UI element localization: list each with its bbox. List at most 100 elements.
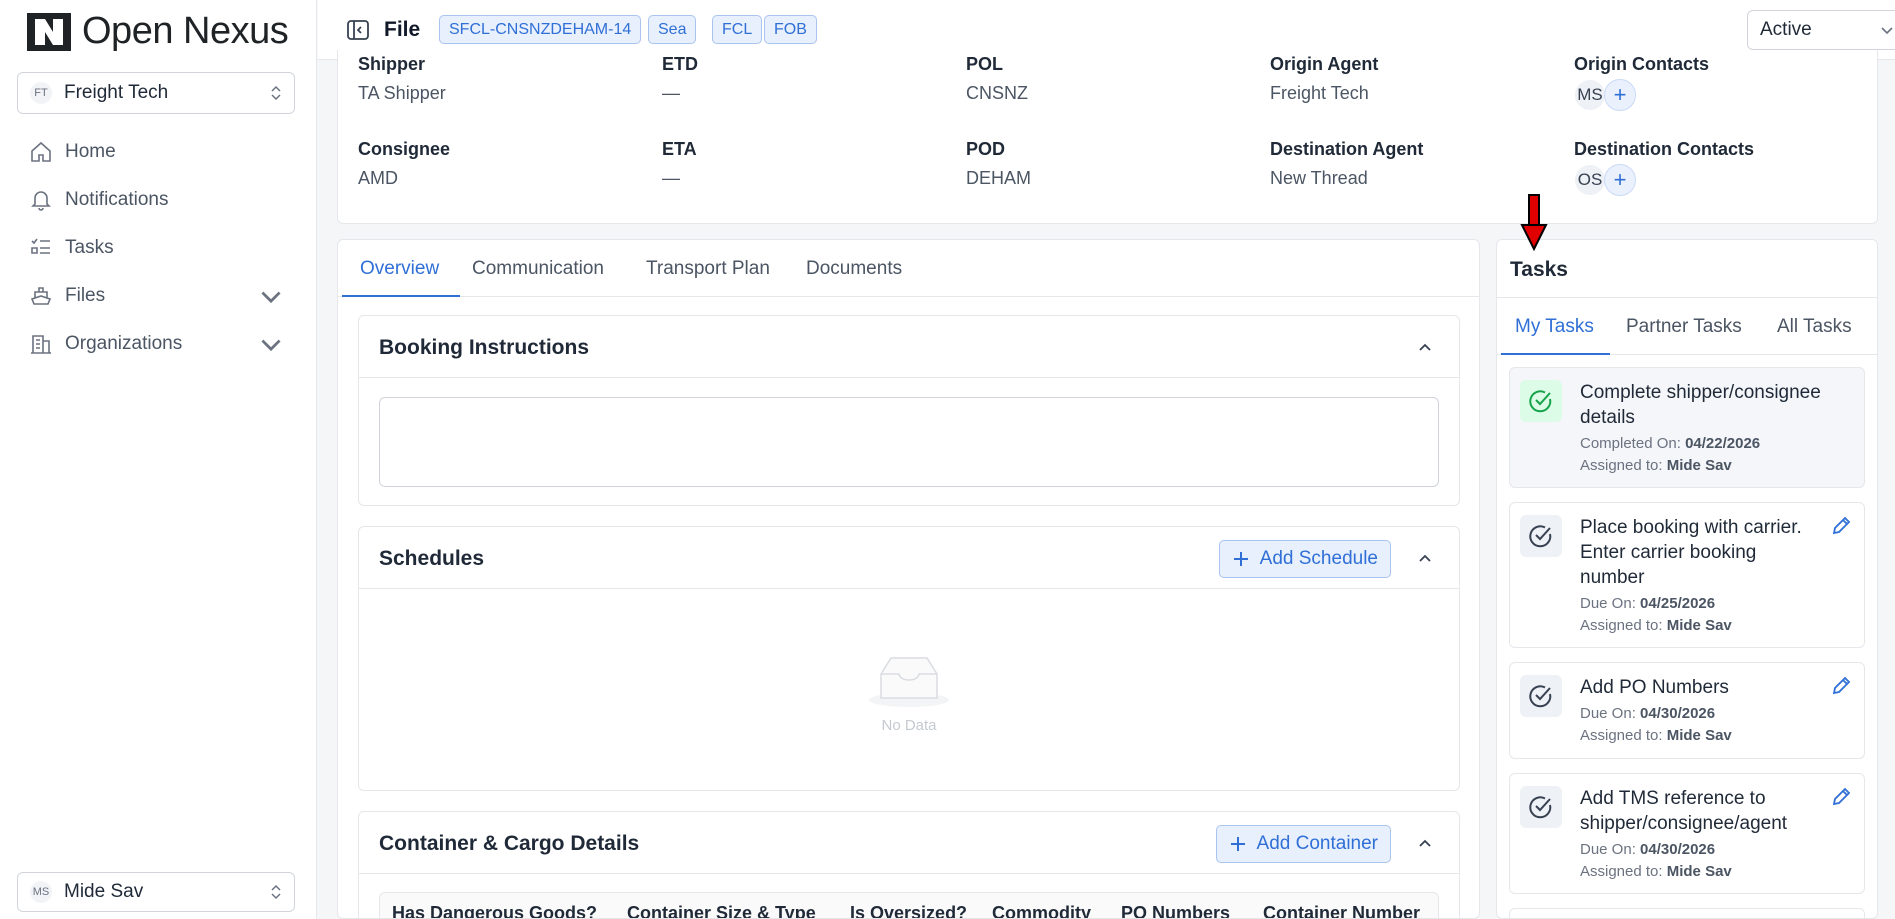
add-contact-button[interactable]: + (1604, 79, 1636, 111)
origin-contacts-field: Origin Contacts MS + (1574, 54, 1709, 111)
task-title: Place booking with carrier. Enter carrie… (1580, 517, 1802, 588)
task-card[interactable]: Add PO Numbers Due On: 04/30/2026 Assign… (1509, 662, 1865, 759)
column-header[interactable]: Is Oversized? (850, 903, 967, 918)
task-date-label: Due On: (1580, 705, 1636, 722)
destination-contacts-field: Destination Contacts OS + (1574, 139, 1754, 196)
tasks-panel: Tasks My Tasks Partner Tasks All Tasks C… (1496, 239, 1878, 919)
mode-tag: Sea (648, 15, 697, 44)
file-reference-tag: SFCL-CNSNZDEHAM-14 (439, 15, 642, 44)
sidebar-item-notifications[interactable]: Notifications (17, 176, 295, 224)
sidebar-item-files[interactable]: Files (17, 272, 295, 320)
active-tab-indicator (1501, 353, 1610, 355)
column-header[interactable]: Container Size & Type (627, 903, 816, 918)
add-schedule-button[interactable]: Add Schedule (1218, 540, 1391, 578)
check-circle-icon (1520, 380, 1562, 422)
page-title: File (384, 18, 421, 41)
destination-agent-field: Destination Agent New Thread (1270, 139, 1423, 189)
sidebar-item-tasks[interactable]: Tasks (17, 224, 295, 272)
empty-inbox-icon (869, 657, 949, 707)
plus-icon (1233, 552, 1248, 566)
eta-field: ETA — (662, 139, 697, 189)
booking-instructions-input[interactable] (379, 397, 1439, 487)
org-name: Freight Tech (64, 82, 169, 103)
task-card[interactable] (1509, 908, 1865, 918)
tab-overview[interactable]: Overview (360, 258, 439, 280)
sidebar-item-label: Tasks (65, 237, 114, 258)
task-date: 04/30/2026 (1640, 705, 1716, 722)
field-value: — (662, 168, 680, 188)
task-card[interactable]: Complete shipper/consignee details Compl… (1509, 367, 1865, 488)
card-title: Schedules (379, 547, 485, 570)
contact-avatar[interactable]: MS (1574, 79, 1606, 111)
sidebar-item-label: Home (65, 141, 116, 162)
field-label: Origin Contacts (1574, 54, 1710, 74)
column-header[interactable]: PO Numbers (1121, 903, 1230, 918)
empty-text: No Data (881, 717, 937, 734)
tab-partner-tasks[interactable]: Partner Tasks (1626, 316, 1742, 338)
field-label: Shipper (358, 54, 426, 74)
organization-switcher[interactable]: FT Freight Tech (17, 72, 295, 114)
sidebar-nav: Home Notifications Tasks Files Organizat… (17, 128, 295, 368)
sidebar-item-organizations[interactable]: Organizations (17, 320, 295, 368)
booking-instructions-card: Booking Instructions (358, 315, 1460, 506)
task-assignee: Mide Sav (1666, 457, 1732, 474)
file-summary: Shipper TA Shipper ETD — POL CNSNZ Origi… (337, 50, 1878, 224)
edit-pencil-icon[interactable] (1830, 515, 1852, 537)
up-down-icon (270, 883, 282, 901)
annotation-arrow-icon (1520, 194, 1548, 252)
column-header[interactable]: Has Dangerous Goods? (392, 903, 597, 918)
add-container-button[interactable]: Add Container (1215, 825, 1391, 863)
task-assignee-label: Assigned to: (1580, 863, 1663, 880)
field-label: Destination Agent (1270, 139, 1424, 159)
field-value: — (662, 83, 680, 103)
chevron-up-icon[interactable] (1417, 551, 1433, 567)
field-label: Consignee (358, 139, 451, 159)
shipper-field: Shipper TA Shipper (358, 54, 446, 104)
main-tabs: Overview Communication Transport Plan Do… (338, 240, 1479, 297)
logo[interactable]: Open Nexus (26, 10, 289, 53)
user-switcher[interactable]: MS Mide Sav (17, 872, 295, 912)
tasks-title: Tasks (1510, 258, 1568, 281)
chevron-down-icon (261, 291, 281, 304)
tab-documents[interactable]: Documents (806, 258, 902, 280)
tab-all-tasks[interactable]: All Tasks (1777, 316, 1852, 338)
edit-pencil-icon[interactable] (1830, 675, 1852, 697)
container-cargo-card: Container & Cargo Details Add Container … (358, 811, 1460, 918)
tab-communication[interactable]: Communication (472, 258, 604, 280)
task-tabs: My Tasks Partner Tasks All Tasks (1497, 297, 1877, 355)
edit-pencil-icon[interactable] (1830, 786, 1852, 808)
tab-my-tasks[interactable]: My Tasks (1515, 316, 1594, 338)
chevron-up-icon[interactable] (1417, 836, 1433, 852)
field-label: Destination Contacts (1574, 139, 1755, 159)
check-circle-icon (1520, 515, 1562, 557)
status-select[interactable]: Active (1747, 10, 1895, 50)
sidebar-item-home[interactable]: Home (17, 128, 295, 176)
load-type-tag: FCL (712, 15, 763, 44)
column-header[interactable]: Commodity (992, 903, 1091, 918)
status-value: Active (1760, 19, 1812, 40)
incoterm-tag: FOB (764, 15, 817, 44)
button-label: Add Container (1256, 833, 1378, 854)
task-title: Complete shipper/consignee details (1580, 382, 1821, 428)
sidebar-item-label: Notifications (65, 189, 169, 210)
task-assignee: Mide Sav (1666, 863, 1732, 880)
task-date: 04/22/2026 (1685, 435, 1761, 452)
brand-name: Open Nexus (82, 10, 289, 52)
check-circle-icon (1520, 786, 1562, 828)
column-header[interactable]: Container Number (1263, 903, 1420, 918)
chevron-up-icon[interactable] (1417, 340, 1433, 356)
field-value: DEHAM (966, 168, 1032, 188)
sidebar-collapse-icon[interactable] (346, 18, 370, 42)
field-value: AMD (358, 168, 398, 188)
check-circle-icon (1520, 675, 1562, 717)
contact-avatar[interactable]: OS (1574, 164, 1606, 196)
user-avatar: MS (30, 881, 52, 903)
task-card[interactable]: Add TMS reference to shipper/consignee/a… (1509, 773, 1865, 894)
sidebar-item-label: Files (65, 285, 106, 306)
task-date-label: Completed On: (1580, 435, 1681, 452)
tasks-icon (31, 238, 50, 254)
tab-transport-plan[interactable]: Transport Plan (646, 258, 770, 280)
task-card[interactable]: Place booking with carrier. Enter carrie… (1509, 502, 1865, 648)
ship-icon (30, 287, 52, 305)
add-contact-button[interactable]: + (1604, 164, 1636, 196)
